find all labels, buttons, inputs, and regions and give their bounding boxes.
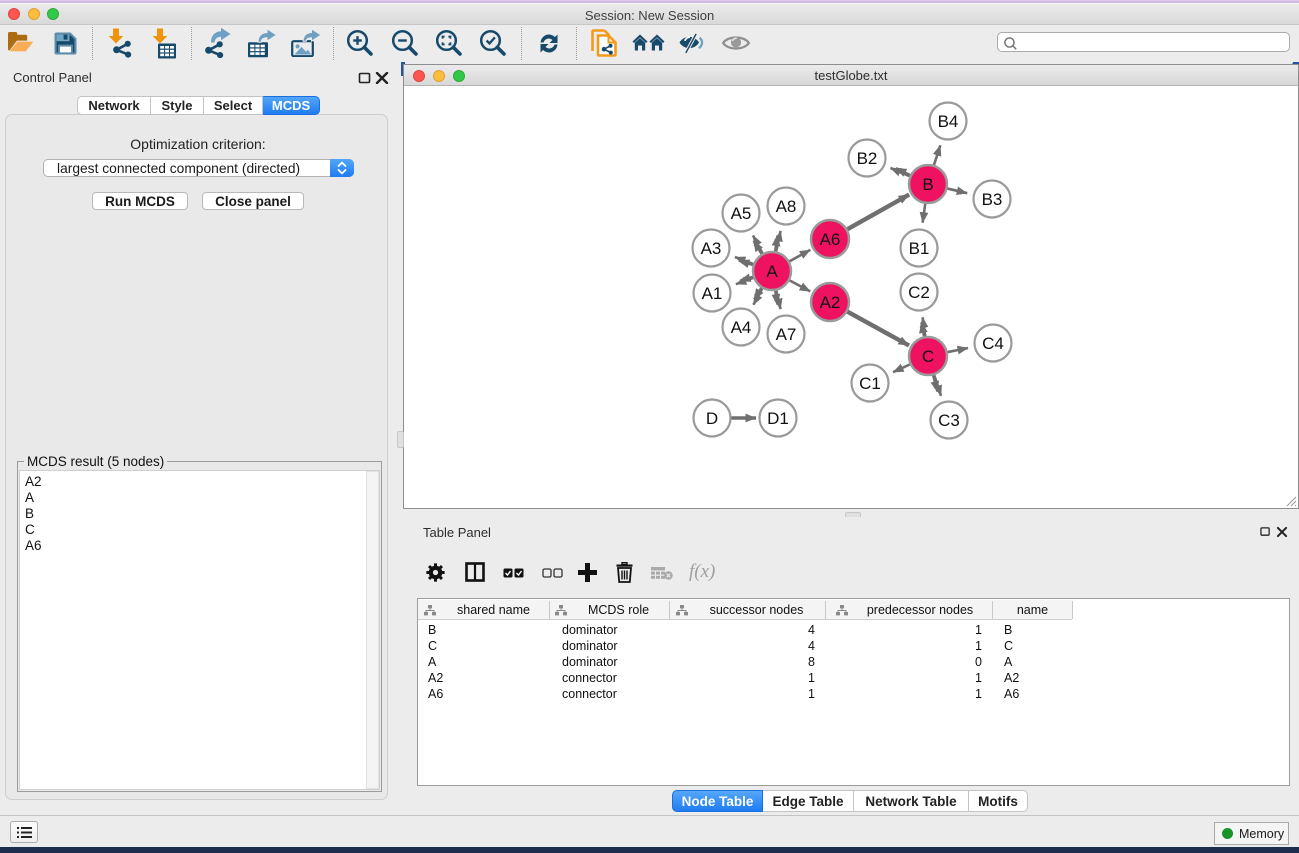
svg-text:C: C (922, 347, 934, 366)
svg-text:A: A (766, 262, 778, 281)
svg-text:A1: A1 (702, 284, 723, 303)
svg-text:B2: B2 (857, 149, 878, 168)
svg-text:A5: A5 (731, 204, 752, 223)
svg-text:C4: C4 (982, 334, 1004, 353)
svg-text:B1: B1 (909, 239, 930, 258)
svg-text:A7: A7 (776, 325, 797, 344)
svg-text:D1: D1 (767, 409, 789, 428)
svg-text:B: B (922, 175, 933, 194)
svg-text:A2: A2 (820, 293, 841, 312)
svg-text:D: D (706, 409, 718, 428)
svg-text:C3: C3 (938, 411, 960, 430)
svg-text:A3: A3 (701, 239, 722, 258)
svg-text:C1: C1 (859, 374, 881, 393)
svg-text:A6: A6 (820, 230, 841, 249)
svg-text:A4: A4 (731, 318, 752, 337)
svg-text:A8: A8 (776, 197, 797, 216)
svg-text:C2: C2 (908, 283, 930, 302)
svg-text:B4: B4 (938, 112, 959, 131)
svg-text:B3: B3 (982, 190, 1003, 209)
